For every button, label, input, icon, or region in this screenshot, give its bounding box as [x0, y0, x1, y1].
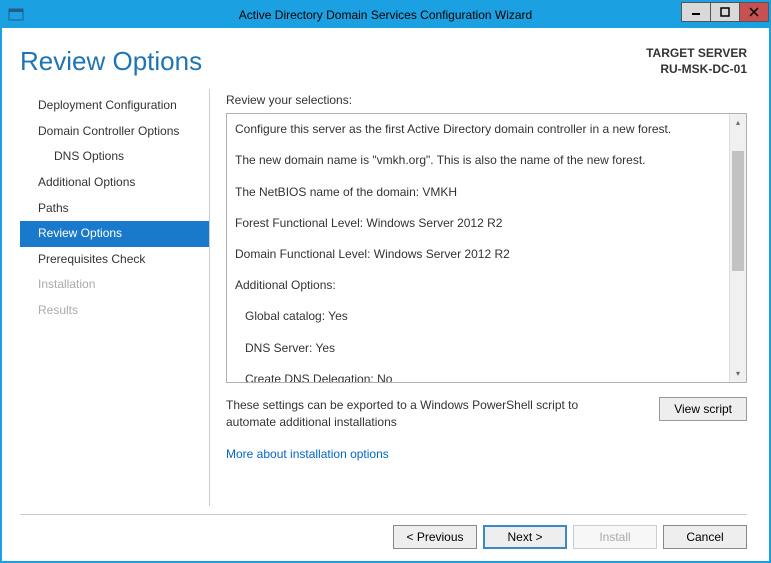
nav-item-installation: Installation: [20, 272, 209, 298]
footer: < Previous Next > Install Cancel: [20, 514, 747, 549]
nav-item-review-options[interactable]: Review Options: [20, 221, 209, 247]
review-line: Domain Functional Level: Windows Server …: [235, 245, 721, 264]
review-line: The NetBIOS name of the domain: VMKH: [235, 183, 721, 202]
review-line: Create DNS Delegation: No: [235, 370, 721, 383]
nav-item-dns-options[interactable]: DNS Options: [20, 144, 209, 170]
titlebar[interactable]: Active Directory Domain Services Configu…: [2, 2, 769, 28]
header-row: Review Options TARGET SERVER RU-MSK-DC-0…: [20, 46, 747, 77]
page-title: Review Options: [20, 46, 202, 77]
review-text[interactable]: Configure this server as the first Activ…: [227, 114, 729, 382]
export-row: These settings can be exported to a Wind…: [226, 397, 747, 431]
nav-item-prerequisites-check[interactable]: Prerequisites Check: [20, 247, 209, 273]
close-button[interactable]: [739, 2, 769, 22]
review-line: Forest Functional Level: Windows Server …: [235, 214, 721, 233]
review-label: Review your selections:: [226, 93, 747, 107]
more-about-link[interactable]: More about installation options: [226, 447, 747, 461]
maximize-button[interactable]: [710, 2, 740, 22]
nav-item-deployment-configuration[interactable]: Deployment Configuration: [20, 93, 209, 119]
review-line: Global catalog: Yes: [235, 307, 721, 326]
review-line: The new domain name is "vmkh.org". This …: [235, 151, 721, 170]
scroll-thumb[interactable]: [732, 151, 744, 271]
scrollbar[interactable]: ▴ ▾: [729, 114, 746, 382]
review-line: DNS Server: Yes: [235, 339, 721, 358]
previous-button[interactable]: < Previous: [393, 525, 477, 549]
window-title: Active Directory Domain Services Configu…: [2, 8, 769, 22]
export-text: These settings can be exported to a Wind…: [226, 397, 616, 431]
app-icon: [8, 7, 24, 23]
review-line: Additional Options:: [235, 276, 721, 295]
nav-item-additional-options[interactable]: Additional Options: [20, 170, 209, 196]
target-server-value: RU-MSK-DC-01: [646, 62, 747, 78]
scroll-up-icon[interactable]: ▴: [730, 114, 746, 131]
review-line: Configure this server as the first Activ…: [235, 120, 721, 139]
target-server-block: TARGET SERVER RU-MSK-DC-01: [646, 46, 747, 77]
minimize-button[interactable]: [681, 2, 711, 22]
scroll-track[interactable]: [730, 131, 746, 365]
window-controls: [682, 2, 769, 22]
nav-item-paths[interactable]: Paths: [20, 196, 209, 222]
main-panel: Review your selections: Configure this s…: [210, 89, 747, 506]
wizard-nav: Deployment ConfigurationDomain Controlle…: [20, 89, 210, 506]
client-area: Review Options TARGET SERVER RU-MSK-DC-0…: [2, 28, 769, 561]
nav-item-domain-controller-options[interactable]: Domain Controller Options: [20, 119, 209, 145]
cancel-button[interactable]: Cancel: [663, 525, 747, 549]
body-row: Deployment ConfigurationDomain Controlle…: [20, 89, 747, 506]
nav-item-results: Results: [20, 298, 209, 324]
view-script-button[interactable]: View script: [659, 397, 747, 421]
window-frame: Active Directory Domain Services Configu…: [0, 0, 771, 563]
scroll-down-icon[interactable]: ▾: [730, 365, 746, 382]
install-button: Install: [573, 525, 657, 549]
target-server-label: TARGET SERVER: [646, 46, 747, 62]
review-box: Configure this server as the first Activ…: [226, 113, 747, 383]
next-button[interactable]: Next >: [483, 525, 567, 549]
